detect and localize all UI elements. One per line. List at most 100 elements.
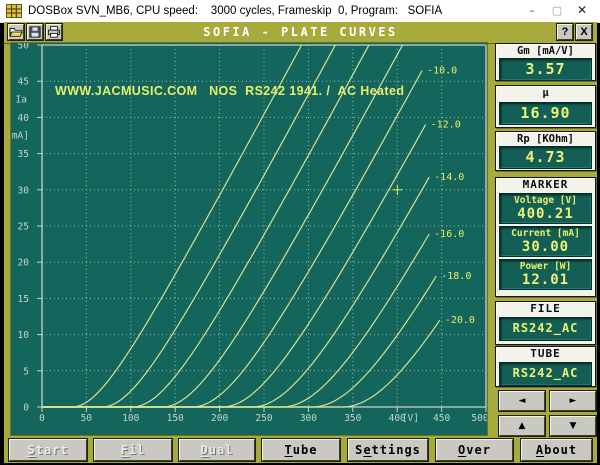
y-tick-label: 5 (23, 366, 29, 377)
help-button[interactable]: ? (557, 24, 573, 40)
printer-icon (47, 26, 61, 38)
y-tick-label: 20 (18, 258, 30, 269)
button-settings[interactable]: Settings (348, 439, 428, 461)
save-icon (28, 26, 42, 38)
plate-curve-vg-10 (42, 71, 422, 407)
x-axis-unit-label: [V] (402, 413, 419, 424)
button-start[interactable]: Start (9, 439, 87, 461)
button-over[interactable]: Over (436, 439, 513, 461)
y-tick-label: 0 (23, 403, 29, 414)
file-display: RS242_AC (499, 317, 592, 341)
watermark-text: WWW.JACMUSIC.COM NOS RS242 1941. / AC He… (55, 84, 404, 98)
x-tick-label: 0 (39, 413, 45, 424)
plate-curve-vg-16 (42, 234, 429, 407)
readout-panel: Gm [mA/V] 3.57 µ 16.90 Rp [KOhm] 4.73 MA… (495, 43, 596, 435)
button-tube[interactable]: Tube (262, 439, 340, 461)
dosbox-app-icon (6, 4, 22, 18)
plate-curve-vg-20 (42, 320, 440, 407)
y-tick-label: 30 (18, 185, 30, 196)
curve-label-vg-12: -12.0 (431, 119, 461, 130)
marker-current-display: Current [mA] 30.00 (499, 226, 592, 257)
gm-value: 3.57 (500, 59, 591, 80)
x-tick-label: 100 (122, 413, 139, 424)
x-tick-label: 250 (255, 413, 272, 424)
close-button[interactable]: ✕ (570, 0, 594, 22)
marker-current-value: 30.00 (500, 240, 591, 255)
x-tick-label: 150 (167, 413, 184, 424)
down-arrow-icon: ▼ (570, 421, 577, 431)
marker-voltage-display: Voltage [V] 400.21 (499, 193, 592, 224)
tube-value: RS242_AC (500, 363, 591, 384)
print-button[interactable] (46, 24, 62, 40)
sofia-titlebar: SOFIA - PLATE CURVES (4, 22, 597, 44)
y-axis-unit-label: [mA] (11, 131, 29, 142)
curve-label-vg-20: -20.0 (445, 315, 475, 326)
prev-button[interactable]: ◄ (499, 391, 545, 411)
button-about[interactable]: About (521, 439, 592, 461)
y-tick-label: 40 (18, 113, 30, 124)
next-button[interactable]: ► (550, 391, 596, 411)
sofia-app: SOFIA - PLATE CURVES (4, 22, 597, 463)
plate-curve-vg-18 (42, 276, 436, 407)
curve-label-vg-14: -14.0 (434, 172, 464, 183)
window-titlebar: DOSBox SVN_MB6, CPU speed: 3000 cycles, … (0, 0, 600, 23)
sofia-title: SOFIA - PLATE CURVES (4, 22, 597, 43)
plate-curve-vg-14 (42, 177, 429, 407)
marker-power-value: 12.01 (500, 273, 591, 288)
rp-card: Rp [KOhm] 4.73 (495, 131, 596, 171)
y-axis-label: Ia (16, 94, 27, 105)
open-file-button[interactable] (8, 24, 24, 40)
window-title: DOSBox SVN_MB6, CPU speed: 3000 cycles, … (28, 0, 442, 22)
x-tick-label: 50 (81, 413, 93, 424)
plate-curve-vg-6 (42, 45, 369, 407)
marker-card: MARKER Voltage [V] 400.21 Current [mA] 3… (495, 177, 596, 297)
tube-card: TUBE RS242_AC (495, 346, 596, 387)
y-tick-label: 35 (18, 149, 29, 160)
app-close-button[interactable]: X (576, 24, 592, 40)
y-tick-label: 50 (18, 43, 30, 52)
rp-value: 4.73 (500, 147, 591, 168)
save-file-button[interactable] (27, 24, 43, 40)
open-folder-icon (9, 26, 23, 38)
file-value: RS242_AC (500, 318, 591, 339)
y-tick-label: 45 (18, 77, 29, 88)
right-arrow-icon: ► (570, 396, 577, 406)
curve-label-vg-16: -16.0 (434, 229, 464, 240)
x-tick-label: 350 (344, 413, 361, 424)
left-arrow-icon: ◄ (519, 396, 526, 406)
rp-label: Rp [KOhm] (496, 132, 595, 145)
curve-label-vg-18: -18.0 (441, 271, 471, 282)
down-button[interactable]: ▼ (550, 416, 596, 436)
mu-value: 16.90 (500, 103, 591, 124)
tube-display: RS242_AC (499, 362, 592, 386)
x-tick-label: 500 (471, 413, 487, 424)
curve-label-vg-10: -10.0 (427, 66, 457, 77)
mu-card: µ 16.90 (495, 85, 596, 128)
mu-label: µ (496, 86, 595, 99)
marker-voltage-value: 400.21 (500, 207, 591, 222)
gm-card: Gm [mA/V] 3.57 (495, 43, 596, 81)
file-card: FILE RS242_AC (495, 301, 596, 345)
maximize-button[interactable]: ▢ (545, 0, 569, 22)
minimize-button[interactable]: – (520, 0, 544, 22)
x-tick-label: 200 (211, 413, 228, 424)
y-tick-label: 10 (18, 330, 30, 341)
chart-canvas: 050100150200250300350400450500[V]0510152… (11, 43, 487, 435)
tube-header: TUBE (496, 347, 595, 360)
rp-display: 4.73 (499, 146, 592, 169)
gm-display: 3.57 (499, 58, 592, 81)
marker-power-display: Power [W] 12.01 (499, 259, 592, 290)
up-button[interactable]: ▲ (499, 416, 545, 436)
dosbox-window: DOSBox SVN_MB6, CPU speed: 3000 cycles, … (0, 0, 600, 465)
plate-curves-chart: 050100150200250300350400450500[V]0510152… (11, 43, 487, 435)
up-arrow-icon: ▲ (519, 421, 526, 431)
y-tick-label: 25 (18, 222, 29, 233)
y-tick-label: 15 (18, 294, 29, 305)
mu-display: 16.90 (499, 102, 592, 125)
gm-label: Gm [mA/V] (496, 44, 595, 57)
x-tick-label: 450 (433, 413, 450, 424)
button-fil[interactable]: Fil (94, 439, 172, 461)
x-tick-label: 300 (300, 413, 317, 424)
file-header: FILE (496, 302, 595, 315)
button-dual[interactable]: Dual (179, 439, 255, 461)
